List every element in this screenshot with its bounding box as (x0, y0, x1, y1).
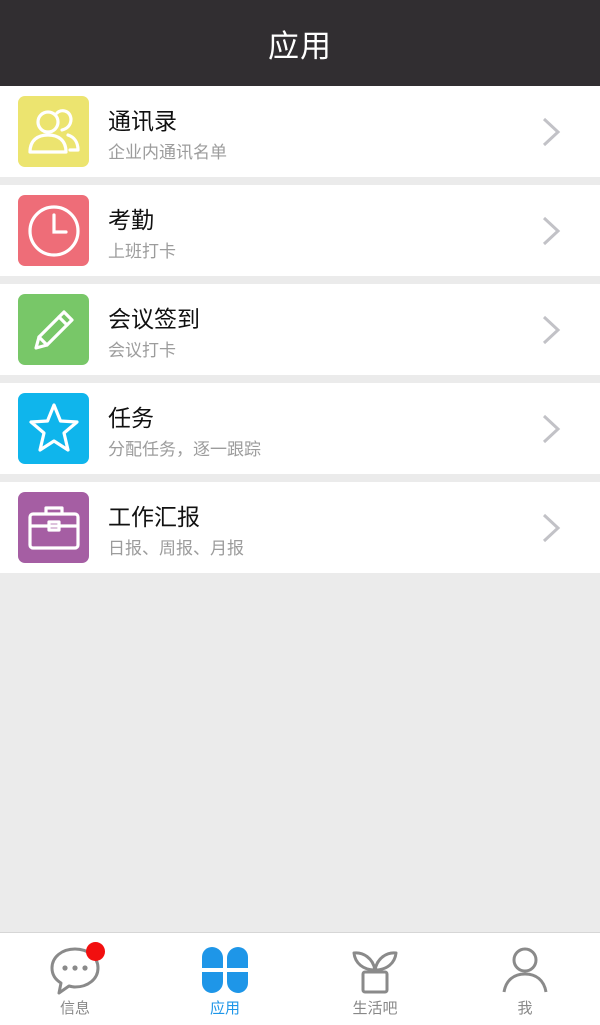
tab-label: 应用 (209, 999, 240, 1017)
app-name: 会议签到 (108, 307, 200, 333)
app-item-work-report[interactable]: 工作汇报 日报、周报、月报 (0, 482, 600, 573)
app-name: 工作汇报 (108, 505, 200, 531)
page-title: 应用 (268, 28, 332, 65)
app-item-contacts[interactable]: 通讯录 企业内通讯名单 (0, 86, 600, 177)
person-icon (497, 943, 553, 997)
notification-badge (86, 942, 105, 961)
clock-icon (18, 195, 89, 266)
star-icon (18, 393, 89, 464)
tab-label: 信息 (59, 999, 90, 1017)
app-subtitle: 上班打卡 (108, 242, 176, 262)
plant-pot-icon (347, 943, 403, 997)
app-subtitle: 分配任务，逐一跟踪 (108, 440, 261, 460)
chevron-right-icon (542, 414, 561, 444)
tab-label: 生活吧 (352, 999, 398, 1017)
tab-apps[interactable]: 应用 (150, 933, 300, 1025)
chat-bubble-icon (47, 942, 105, 997)
app-subtitle: 企业内通讯名单 (108, 143, 227, 163)
app-item-tasks[interactable]: 任务 分配任务，逐一跟踪 (0, 383, 600, 474)
chevron-right-icon (542, 315, 561, 345)
app-subtitle: 日报、周报、月报 (108, 539, 244, 559)
app-list: 通讯录 企业内通讯名单 考勤 上班打卡 会议签到 会议打卡 任务 分配任务，逐一… (0, 86, 600, 573)
top-header: 应用 (0, 0, 600, 86)
briefcase-icon (18, 492, 89, 563)
contacts-icon (18, 96, 89, 167)
apps-clover-icon (197, 943, 253, 997)
tab-life[interactable]: 生活吧 (300, 933, 450, 1025)
app-item-meeting-checkin[interactable]: 会议签到 会议打卡 (0, 284, 600, 375)
chevron-right-icon (542, 117, 561, 147)
app-name: 通讯录 (108, 109, 177, 135)
app-name: 任务 (108, 406, 154, 432)
tab-label: 我 (517, 999, 533, 1017)
app-item-attendance[interactable]: 考勤 上班打卡 (0, 185, 600, 276)
app-name: 考勤 (108, 208, 154, 234)
tab-me[interactable]: 我 (450, 933, 600, 1025)
tab-messages[interactable]: 信息 (0, 933, 150, 1025)
chevron-right-icon (542, 216, 561, 246)
app-subtitle: 会议打卡 (108, 341, 176, 361)
bottom-tab-bar: 信息 应用 生活吧 我 (0, 932, 600, 1025)
chevron-right-icon (542, 513, 561, 543)
pencil-icon (18, 294, 89, 365)
